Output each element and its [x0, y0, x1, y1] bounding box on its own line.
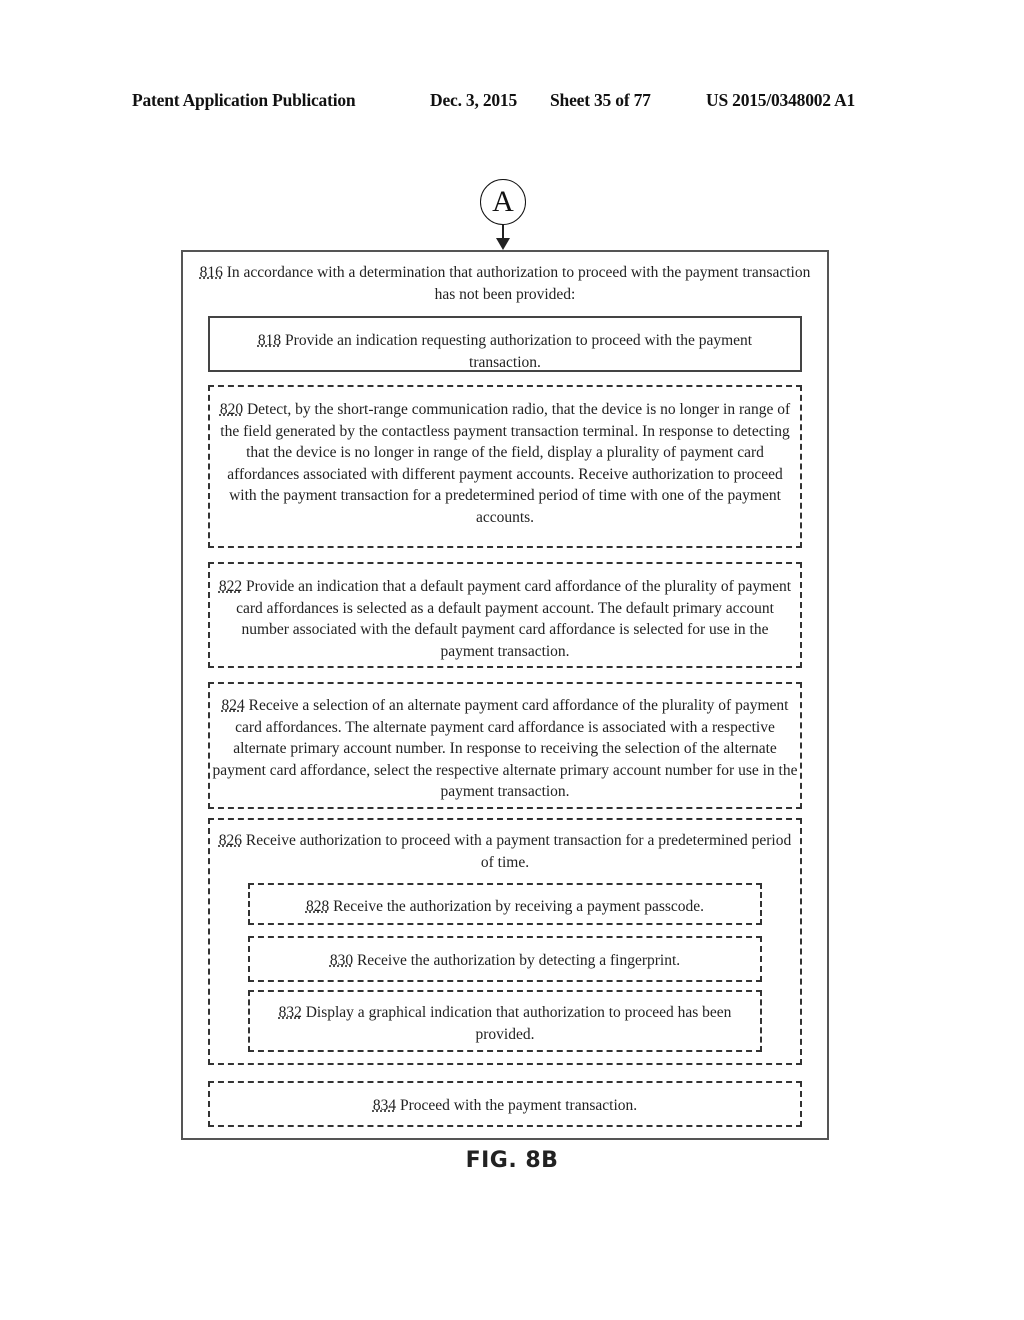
step-816: 816 In accordance with a determination t… [192, 262, 818, 305]
step-818: 818 Provide an indication requesting aut… [208, 316, 802, 372]
step-number: 826 [218, 832, 243, 849]
step-number: 834 [372, 1097, 397, 1114]
step-820: 820 Detect, by the short-range communica… [208, 385, 802, 548]
step-text: Receive authorization to proceed with a … [242, 832, 792, 871]
step-number: 830 [329, 952, 354, 969]
step-number: 824 [221, 697, 245, 714]
step-number: 820 [219, 401, 244, 418]
patent-number: US 2015/0348002 A1 [706, 90, 856, 110]
step-822: 822 Provide an indication that a default… [208, 562, 802, 668]
sheet-number: Sheet 35 of 77 [550, 90, 651, 110]
step-text: Provide an indication requesting authori… [281, 332, 753, 371]
step-text: In accordance with a determination that … [222, 264, 811, 303]
step-number: 818 [257, 332, 282, 349]
step-824: 824 Receive a selection of an alternate … [208, 682, 802, 809]
step-number: 822 [218, 578, 243, 595]
step-830: 830 Receive the authorization by detecti… [248, 936, 762, 982]
connector-a: A [480, 179, 526, 225]
step-text: Receive the authorization by detecting a… [353, 952, 681, 969]
step-text: Display a graphical indication that auth… [301, 1004, 732, 1043]
step-number: 832 [278, 1004, 302, 1021]
step-834: 834 Proceed with the payment transaction… [208, 1081, 802, 1127]
step-number: 816 [199, 264, 223, 281]
step-text: Receive the authorization by receiving a… [329, 898, 705, 915]
step-number: 828 [305, 898, 330, 915]
publication-date: Dec. 3, 2015 [430, 90, 518, 110]
arrow-down-icon [496, 238, 510, 250]
step-text: Provide an indication that a default pay… [236, 578, 792, 660]
connector-label: A [492, 185, 514, 218]
figure-label: FIG. 8B [465, 1148, 559, 1173]
step-832: 832 Display a graphical indication that … [248, 990, 762, 1052]
step-828: 828 Receive the authorization by receivi… [248, 883, 762, 925]
step-text: Detect, by the short-range communication… [220, 401, 791, 526]
publication-title: Patent Application Publication [132, 90, 356, 110]
step-text: Proceed with the payment transaction. [396, 1097, 638, 1114]
step-text: Receive a selection of an alternate paym… [212, 697, 798, 800]
